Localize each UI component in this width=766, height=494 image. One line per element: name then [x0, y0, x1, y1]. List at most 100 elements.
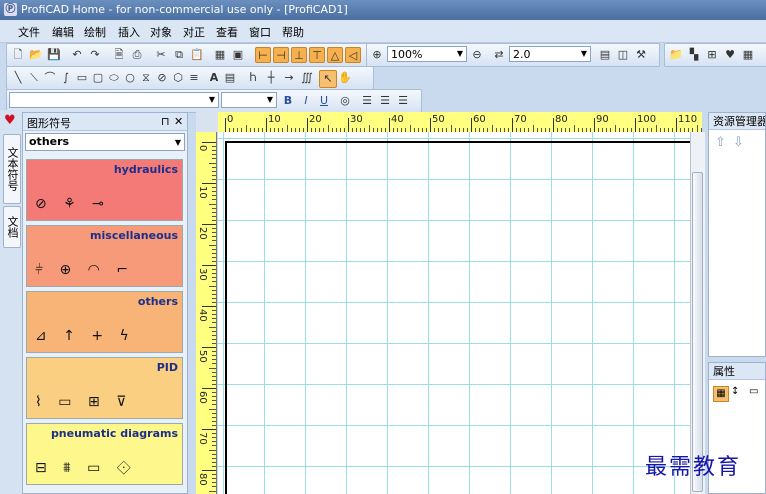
circle-icon[interactable]: ○ — [122, 70, 138, 86]
bold-icon[interactable]: B — [280, 93, 296, 109]
arc-icon[interactable]: ⌒ — [42, 70, 58, 86]
align-center-icon[interactable]: ⊣ — [273, 47, 289, 63]
category-pid[interactable]: PID ⌇ ▭ ⊞ ⊽ — [26, 357, 183, 419]
ruler-minor-tick — [212, 334, 216, 336]
property-panel-title: 属性 — [709, 363, 765, 380]
category-miscellaneous[interactable]: miscellaneous ⫩ ⊕ ◠ ⌐ — [26, 225, 183, 287]
save-icon[interactable]: 💾 — [46, 47, 62, 63]
shape-icon[interactable]: ⊘ — [154, 70, 170, 86]
ruler-label: 80 — [197, 473, 208, 486]
text-center-icon[interactable]: ☰ — [377, 93, 393, 109]
print-preview-icon[interactable]: 🗎 — [111, 47, 127, 63]
menu-draw[interactable]: 绘制 — [84, 24, 106, 40]
cable-icon[interactable]: ≡ — [186, 70, 202, 86]
tree-icon[interactable]: ⊞ — [704, 47, 720, 63]
chevron-down-icon[interactable]: ▼ — [455, 48, 465, 60]
align-top-icon[interactable]: ⊤ — [309, 47, 325, 63]
wire-icon[interactable]: Ⴙ — [245, 70, 261, 86]
split-view-icon[interactable]: ◫ — [615, 47, 631, 63]
chevron-down-icon[interactable]: ▼ — [579, 48, 589, 60]
chevron-down-icon[interactable]: ▼ — [207, 94, 217, 106]
open-icon[interactable]: 📂 — [28, 47, 44, 63]
italic-icon[interactable]: I — [298, 93, 314, 109]
bus-icon[interactable]: ∭ — [299, 70, 315, 86]
ruler-label: 40 — [391, 114, 404, 125]
vertical-scrollbar[interactable] — [690, 132, 705, 494]
ruler-minor-tick — [212, 248, 216, 250]
text-icon[interactable]: A — [206, 70, 222, 86]
polyline-icon[interactable]: ⟍ — [26, 70, 42, 86]
print-icon[interactable]: ⎙ — [129, 47, 145, 63]
text-right-icon[interactable]: ☰ — [395, 93, 411, 109]
line-icon[interactable]: ╲ — [10, 70, 26, 86]
arrow-up-icon[interactable]: ⇧ — [715, 135, 726, 150]
rectangle-icon[interactable]: ▭ — [74, 70, 90, 86]
pin-icon[interactable]: ⊓ — [161, 115, 170, 128]
ruler-minor-tick — [212, 433, 216, 435]
text-left-icon[interactable]: ☰ — [359, 93, 375, 109]
zoom-out-icon[interactable]: ⊖ — [469, 47, 485, 63]
export-image-icon[interactable]: ▦ — [212, 47, 228, 63]
scrollbar-thumb[interactable] — [692, 172, 703, 492]
triangle-icon[interactable]: ⧖ — [138, 70, 154, 86]
close-icon[interactable]: ✕ — [174, 115, 183, 128]
line-width-combo[interactable]: 2.0 ▼ — [509, 46, 591, 62]
align-bottom-icon[interactable]: ◁ — [345, 47, 361, 63]
chevron-down-icon[interactable]: ▼ — [265, 94, 275, 106]
category-pneumatic-diagrams[interactable]: pneumatic diagrams ⊟ ⩩ ▭ ⟐ — [26, 423, 183, 485]
ruler-minor-tick — [212, 240, 216, 242]
polygon-icon[interactable]: ⬡ — [170, 70, 186, 86]
bezier-icon[interactable]: ∫ — [58, 70, 74, 86]
align-left-icon[interactable]: ⊢ — [255, 47, 271, 63]
ruler-minor-tick — [212, 420, 216, 422]
tab-documents[interactable]: 文档 — [3, 206, 21, 248]
menu-edit[interactable]: 编辑 — [52, 24, 74, 40]
menu-object[interactable]: 对象 — [150, 24, 172, 40]
text-frame-icon[interactable]: ▤ — [222, 70, 238, 86]
ruler-tick — [202, 429, 216, 430]
rounded-rect-icon[interactable]: ▢ — [90, 70, 106, 86]
image-icon[interactable]: ▣ — [230, 47, 246, 63]
cut-icon[interactable]: ✂ — [153, 47, 169, 63]
folder-icon[interactable]: 📁 — [668, 47, 684, 63]
redo-icon[interactable]: ↷ — [87, 47, 103, 63]
category-others[interactable]: others ⊿ ↑ + ϟ — [26, 291, 183, 353]
menu-insert[interactable]: 插入 — [118, 24, 140, 40]
underline-icon[interactable]: U — [316, 93, 332, 109]
text-color-icon[interactable]: ◎ — [337, 93, 353, 109]
grid-icon[interactable]: ▦ — [740, 47, 756, 63]
zoom-combo[interactable]: 100% ▼ — [387, 46, 467, 62]
tools-icon[interactable]: ⚒ — [633, 47, 649, 63]
terminal-icon[interactable]: → — [281, 70, 297, 86]
menu-view[interactable]: 查看 — [216, 24, 238, 40]
menu-align[interactable]: 对正 — [183, 24, 205, 40]
ruler-minor-tick — [212, 363, 216, 365]
align-right-icon[interactable]: ⊥ — [291, 47, 307, 63]
junction-icon[interactable]: ┼ — [263, 70, 279, 86]
chevron-down-icon[interactable]: ▼ — [175, 135, 181, 151]
zoom-in-icon[interactable]: ⊕ — [369, 47, 385, 63]
new-icon[interactable]: 🗋 — [10, 47, 26, 63]
menu-window[interactable]: 窗口 — [249, 24, 271, 40]
font-size-combo[interactable]: ▼ — [221, 92, 277, 108]
tab-text-symbols[interactable]: 文本符号 — [3, 134, 21, 204]
copy-icon[interactable]: ⧉ — [171, 47, 187, 63]
arrow-down-icon[interactable]: ⇩ — [733, 135, 744, 150]
layers-icon[interactable]: ▚ — [686, 47, 702, 63]
hand-icon[interactable]: ✋ — [337, 70, 353, 86]
category-combo[interactable]: others ▼ — [25, 133, 185, 151]
panel-toggle-icon[interactable]: ▤ — [597, 47, 613, 63]
menu-file[interactable]: 文件 — [18, 24, 40, 40]
align-middle-icon[interactable]: △ — [327, 47, 343, 63]
menu-help[interactable]: 帮助 — [282, 24, 304, 40]
font-combo[interactable]: ▼ — [9, 92, 219, 108]
heart-icon[interactable]: ♥ — [722, 47, 738, 63]
sort-alpha-icon[interactable]: ↕ — [731, 386, 739, 397]
undo-icon[interactable]: ↶ — [69, 47, 85, 63]
categorized-icon[interactable]: ▦ — [713, 386, 729, 402]
paste-icon[interactable]: 📋 — [189, 47, 205, 63]
category-hydraulics[interactable]: hydraulics ⊘ ⚘ ⊸ — [26, 159, 183, 221]
ellipse-icon[interactable]: ⬭ — [106, 70, 122, 86]
property-pages-icon[interactable]: ▭ — [749, 386, 758, 397]
select-arrow-icon[interactable]: ↖ — [319, 70, 337, 88]
